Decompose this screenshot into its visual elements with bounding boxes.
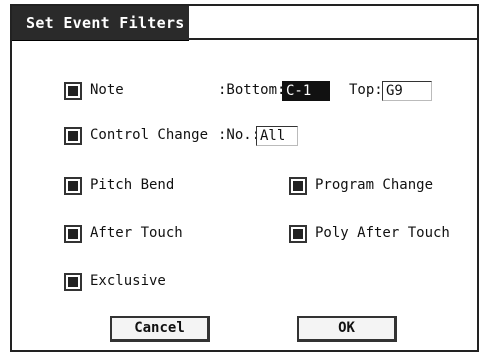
- exclusive-label: Exclusive: [90, 273, 166, 289]
- control-change-checkbox[interactable]: [64, 127, 82, 145]
- control-change-label: Control Change: [90, 127, 209, 143]
- top-note-field[interactable]: G9: [382, 81, 432, 101]
- top-label: Top:: [349, 82, 383, 98]
- program-change-label: Program Change: [315, 177, 434, 193]
- dialog-titlebar: Set Event Filters: [12, 6, 189, 41]
- ok-button[interactable]: OK: [297, 316, 397, 342]
- poly-after-touch-label: Poly After Touch: [315, 225, 450, 241]
- bottom-label: :Bottom:: [218, 82, 286, 98]
- pitch-bend-label: Pitch Bend: [90, 177, 175, 193]
- bottom-note-field[interactable]: C-1: [282, 81, 330, 101]
- program-change-checkbox[interactable]: [289, 177, 307, 195]
- title-divider: [189, 38, 477, 40]
- note-checkbox[interactable]: [64, 82, 82, 100]
- exclusive-checkbox[interactable]: [64, 273, 82, 291]
- dialog-title: Set Event Filters: [26, 14, 185, 32]
- control-change-no-field[interactable]: All: [256, 126, 298, 146]
- control-change-no-label: :No.:: [218, 127, 261, 143]
- set-event-filters-dialog: Set Event Filters Note :Bottom: C-1 Top:…: [10, 4, 479, 352]
- after-touch-label: After Touch: [90, 225, 183, 241]
- pitch-bend-checkbox[interactable]: [64, 177, 82, 195]
- cancel-button[interactable]: Cancel: [110, 316, 210, 342]
- after-touch-checkbox[interactable]: [64, 225, 82, 243]
- note-label: Note: [90, 82, 124, 98]
- poly-after-touch-checkbox[interactable]: [289, 225, 307, 243]
